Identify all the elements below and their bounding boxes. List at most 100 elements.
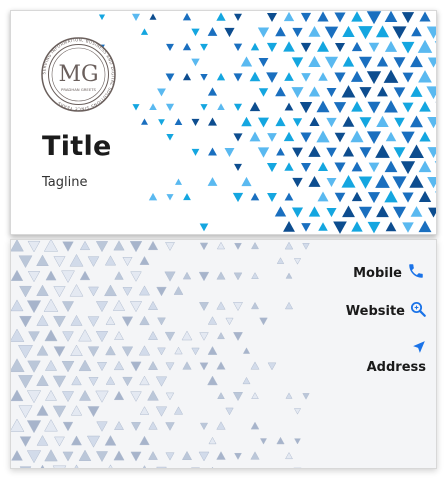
pattern-triangle	[108, 464, 113, 468]
pattern-triangle	[427, 57, 436, 68]
pattern-triangle	[376, 205, 389, 218]
pattern-triangle	[148, 192, 158, 201]
pattern-triangle	[71, 375, 82, 386]
pattern-triangle	[233, 332, 243, 342]
pattern-triangle	[141, 118, 148, 125]
pattern-triangle	[367, 101, 381, 114]
pattern-triangle	[113, 420, 125, 430]
pattern-triangle	[292, 118, 303, 127]
pattern-triangle	[426, 26, 436, 39]
svg-text:PRADHAN GREETS: PRADHAN GREETS	[61, 87, 96, 92]
pattern-triangle	[275, 116, 286, 127]
pattern-triangle	[342, 146, 355, 157]
pattern-triangle	[393, 87, 406, 98]
pattern-triangle	[392, 26, 407, 40]
pattern-triangle	[333, 102, 347, 114]
pattern-triangle	[257, 147, 270, 158]
pattern-triangle	[326, 207, 337, 218]
pattern-triangle	[173, 286, 184, 295]
pattern-triangle	[36, 404, 49, 416]
pattern-triangle	[200, 43, 208, 51]
pattern-triangle	[316, 130, 330, 143]
pattern-triangle	[87, 316, 100, 328]
pattern-triangle	[285, 272, 293, 279]
pattern-triangle	[283, 41, 295, 52]
pattern-triangle	[95, 241, 109, 253]
pattern-triangle	[375, 25, 390, 38]
pattern-triangle	[401, 131, 415, 144]
pattern-triangle	[299, 102, 313, 114]
pattern-triangle	[78, 359, 92, 372]
pattern-triangle	[217, 103, 225, 110]
pattern-triangle	[418, 190, 432, 202]
pattern-triangle	[266, 72, 278, 83]
pattern-triangle	[148, 421, 158, 430]
pattern-triangle	[74, 464, 79, 468]
pattern-triangle	[358, 176, 373, 189]
pattern-triangle	[129, 241, 143, 253]
pattern-triangle	[149, 13, 157, 20]
pattern-triangle	[334, 192, 346, 203]
pattern-triangle	[292, 177, 303, 188]
pattern-triangle	[18, 405, 33, 419]
pattern-triangle	[410, 115, 423, 128]
mobile-label: Mobile	[353, 265, 402, 281]
pattern-triangle	[105, 345, 116, 356]
pattern-triangle	[240, 56, 253, 67]
pattern-triangle	[342, 25, 355, 37]
pattern-triangle	[250, 241, 260, 250]
pattern-triangle	[113, 360, 125, 371]
pattern-triangle	[300, 42, 312, 53]
pattern-triangle	[342, 205, 355, 218]
pattern-triangle	[61, 270, 75, 284]
pattern-triangle	[234, 452, 242, 460]
pattern-triangle	[250, 421, 260, 430]
pattern-triangle	[132, 104, 140, 111]
pattern-triangle	[198, 302, 210, 312]
pattern-triangle	[18, 375, 33, 389]
pattern-triangle	[410, 55, 423, 68]
pattern-triangle	[53, 315, 66, 328]
pattern-triangle	[96, 421, 108, 432]
pattern-triangle	[434, 191, 436, 194]
pattern-triangle	[394, 117, 405, 128]
pattern-triangle	[139, 255, 150, 265]
pattern-triangle	[147, 330, 159, 340]
pattern-triangle	[200, 74, 208, 81]
pattern-triangle	[70, 314, 83, 326]
pattern-triangle	[216, 241, 226, 250]
pattern-triangle	[26, 390, 42, 404]
pattern-triangle	[11, 418, 25, 432]
pattern-triangle	[131, 13, 141, 22]
pattern-triangle	[52, 465, 67, 468]
pattern-triangle	[225, 407, 234, 416]
pattern-triangle	[409, 174, 424, 188]
pattern-triangle	[334, 162, 346, 173]
pattern-triangle	[402, 222, 414, 233]
pattern-triangle	[359, 87, 372, 99]
pattern-triangle	[302, 393, 310, 400]
pattern-triangle	[249, 71, 261, 82]
pattern-triangle	[375, 174, 390, 188]
pattern-triangle	[294, 438, 301, 445]
pattern-triangle	[351, 221, 363, 232]
pattern-triangle	[324, 56, 339, 69]
pattern-triangle	[417, 39, 433, 53]
pattern-triangle	[285, 451, 293, 460]
pattern-triangle	[43, 298, 59, 312]
pattern-triangle	[233, 43, 243, 52]
pattern-triangle	[291, 87, 304, 99]
pattern-triangle	[165, 103, 175, 112]
pattern-triangle	[316, 100, 330, 113]
pattern-triangle	[308, 26, 321, 37]
pattern-triangle	[104, 435, 117, 446]
pattern-triangle	[427, 176, 436, 189]
pattern-triangle	[191, 347, 200, 356]
pattern-triangle	[95, 301, 109, 313]
pattern-triangle	[285, 392, 293, 399]
pattern-triangle	[216, 301, 226, 310]
pattern-triangle	[385, 221, 397, 232]
pattern-triangle	[165, 422, 175, 431]
pattern-triangle	[233, 133, 243, 142]
pattern-triangle	[249, 131, 261, 142]
